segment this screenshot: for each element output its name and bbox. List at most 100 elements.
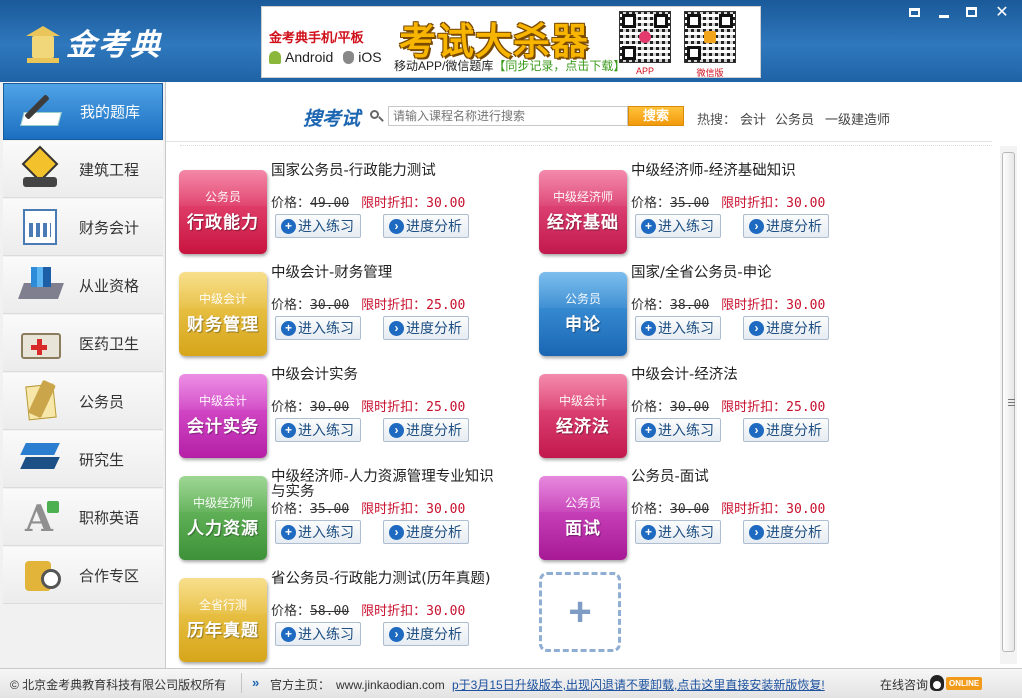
progress-analysis-button[interactable]: › 进度分析 [743,316,829,340]
start-practice-button[interactable]: + 进入练习 [275,316,361,340]
sidebar-item-label: 合作专区 [79,567,140,585]
course-name[interactable]: 中级会计-财务管理 [271,266,501,281]
sidebar-item[interactable]: 财务会计 [3,199,163,256]
sidebar-item[interactable]: 医药卫生 [3,315,163,372]
course-name[interactable]: 国家公务员-行政能力测试 [271,164,501,179]
window-tile-button[interactable] [903,4,925,20]
course-name[interactable]: 省公务员-行政能力测试(历年真题) [271,572,501,587]
start-practice-button[interactable]: + 进入练习 [275,520,361,544]
update-notice-link[interactable]: p于3月15日升级版本,出现闪退请不要卸载,点击这里直接安装新版恢复! [452,676,844,693]
hot-tag-constructor[interactable]: 一级建造师 [825,109,890,128]
start-practice-button[interactable]: + 进入练习 [635,520,721,544]
start-practice-button[interactable]: + 进入练习 [275,418,361,442]
window-tile-icon [908,7,920,17]
sidebar-item-label: 建筑工程 [79,161,140,179]
discount-label-text: 限时折扣： [361,604,427,619]
course-name[interactable]: 中级会计实务 [271,368,501,383]
course-tile[interactable]: 全省行测 历年真题 [179,578,267,662]
course-name[interactable]: 中级会计-经济法 [631,368,861,383]
course-price: 价格：30.00 限时折扣：25.00 [631,396,825,415]
start-practice-button[interactable]: + 进入练习 [635,418,721,442]
course-tile[interactable]: 公务员 行政能力 [179,170,267,254]
course-tile[interactable]: 中级会计 会计实务 [179,374,267,458]
course-name[interactable]: 国家/全省公务员-申论 [631,266,861,281]
start-practice-button[interactable]: + 进入练习 [275,622,361,646]
arrow-circle-icon: › [389,524,404,540]
analyze-label: 进度分析 [766,524,822,540]
start-practice-button[interactable]: + 进入练习 [635,316,721,340]
window-maximize-button[interactable] [960,4,982,20]
progress-analysis-button[interactable]: › 进度分析 [383,418,469,442]
online-consult-label[interactable]: 在线咨询 [880,676,928,693]
progress-analysis-button[interactable]: › 进度分析 [383,520,469,544]
discount-label: 限时折扣：30.00 [361,604,465,619]
scrollbar-thumb[interactable] [1002,152,1015,652]
hot-tag-civil-servant[interactable]: 公务员 [775,109,814,128]
window-minimize-button[interactable] [933,4,955,20]
app-qr-code-icon[interactable] [619,11,671,63]
practice-label: 进入练习 [658,218,714,234]
course-tile[interactable]: 中级经济师 人力资源 [179,476,267,560]
course-tile[interactable]: 中级经济师 经济基础 [539,170,627,254]
discount-label-text: 限时折扣： [361,502,427,517]
cooperation-icon [17,553,65,597]
sidebar-item[interactable]: 研究生 [3,431,163,488]
course-name[interactable]: 中级经济师-经济基础知识 [631,164,861,179]
discount-price: 30.00 [786,196,826,211]
discount-price: 25.00 [786,400,826,415]
ad-banner[interactable]: 金考典手机/平板 Android iOS 考试大杀器 移动APP/微信题库【同步… [261,6,761,78]
discount-label-text: 限时折扣： [721,196,787,211]
course-price: 价格：30.00 限时折扣：25.00 [271,294,465,313]
progress-analysis-button[interactable]: › 进度分析 [743,214,829,238]
minimize-icon [939,14,949,18]
qq-online-button[interactable]: ONLINE [930,673,985,693]
sidebar-item[interactable]: 公务员 [3,373,163,430]
window-close-button[interactable]: ✕ [991,4,1013,21]
progress-analysis-button[interactable]: › 进度分析 [383,214,469,238]
sidebar-item-label: 从业资格 [79,277,140,295]
progress-analysis-button[interactable]: › 进度分析 [383,316,469,340]
banner-android-label: Android [285,49,334,65]
progress-analysis-button[interactable]: › 进度分析 [743,520,829,544]
sidebar-item[interactable]: 建筑工程 [3,141,163,198]
course-name[interactable]: 中级经济师-人力资源管理专业知识与实务 [271,470,501,500]
wechat-qr-code-icon[interactable] [684,11,736,63]
arrow-circle-icon: › [749,218,764,234]
app-logo: 金考典 [24,20,162,64]
course-tile[interactable]: 公务员 申论 [539,272,627,356]
price-label: 价格： [631,400,671,415]
start-practice-button[interactable]: + 进入练习 [635,214,721,238]
course-price: 价格：58.00 限时折扣：30.00 [271,600,465,619]
price-label: 价格： [271,298,311,313]
sidebar-item-label: 公务员 [79,393,125,411]
course-tile-category: 中级经济师 [192,496,253,510]
course-tile-title: 财务管理 [187,315,259,334]
search-input[interactable] [388,106,628,126]
course-tile-category: 公务员 [564,496,601,510]
sidebar-item[interactable]: 合作专区 [3,547,163,604]
course-tile[interactable]: 中级会计 财务管理 [179,272,267,356]
sidebar-item[interactable]: 从业资格 [3,257,163,314]
arrow-circle-icon: › [389,320,404,336]
discount-label-text: 限时折扣： [361,196,427,211]
homepage-link[interactable]: www.jinkaodian.com [336,678,445,692]
course-tile[interactable]: 公务员 面试 [539,476,627,560]
hot-tag-accounting[interactable]: 会计 [740,109,766,128]
logo-emblem-icon [24,20,62,64]
progress-analysis-button[interactable]: › 进度分析 [743,418,829,442]
vertical-scrollbar[interactable] [1000,146,1017,664]
progress-analysis-button[interactable]: › 进度分析 [383,622,469,646]
start-practice-button[interactable]: + 进入练习 [275,214,361,238]
course-tile-category: 中级会计 [198,394,247,408]
sidebar-item-label: 财务会计 [79,219,140,237]
original-price: 58.00 [310,604,350,619]
discount-label: 限时折扣：25.00 [721,400,825,415]
banner-line1: 金考典手机/平板 [269,30,364,45]
sidebar-item[interactable]: A 职称英语 [3,489,163,546]
plus-circle-icon: + [281,218,296,234]
add-course-button[interactable]: + [539,572,621,652]
sidebar-item[interactable]: 我的题库 [3,83,163,140]
search-button[interactable]: 搜索 [628,106,684,126]
course-name[interactable]: 公务员-面试 [631,470,861,485]
course-tile[interactable]: 中级会计 经济法 [539,374,627,458]
